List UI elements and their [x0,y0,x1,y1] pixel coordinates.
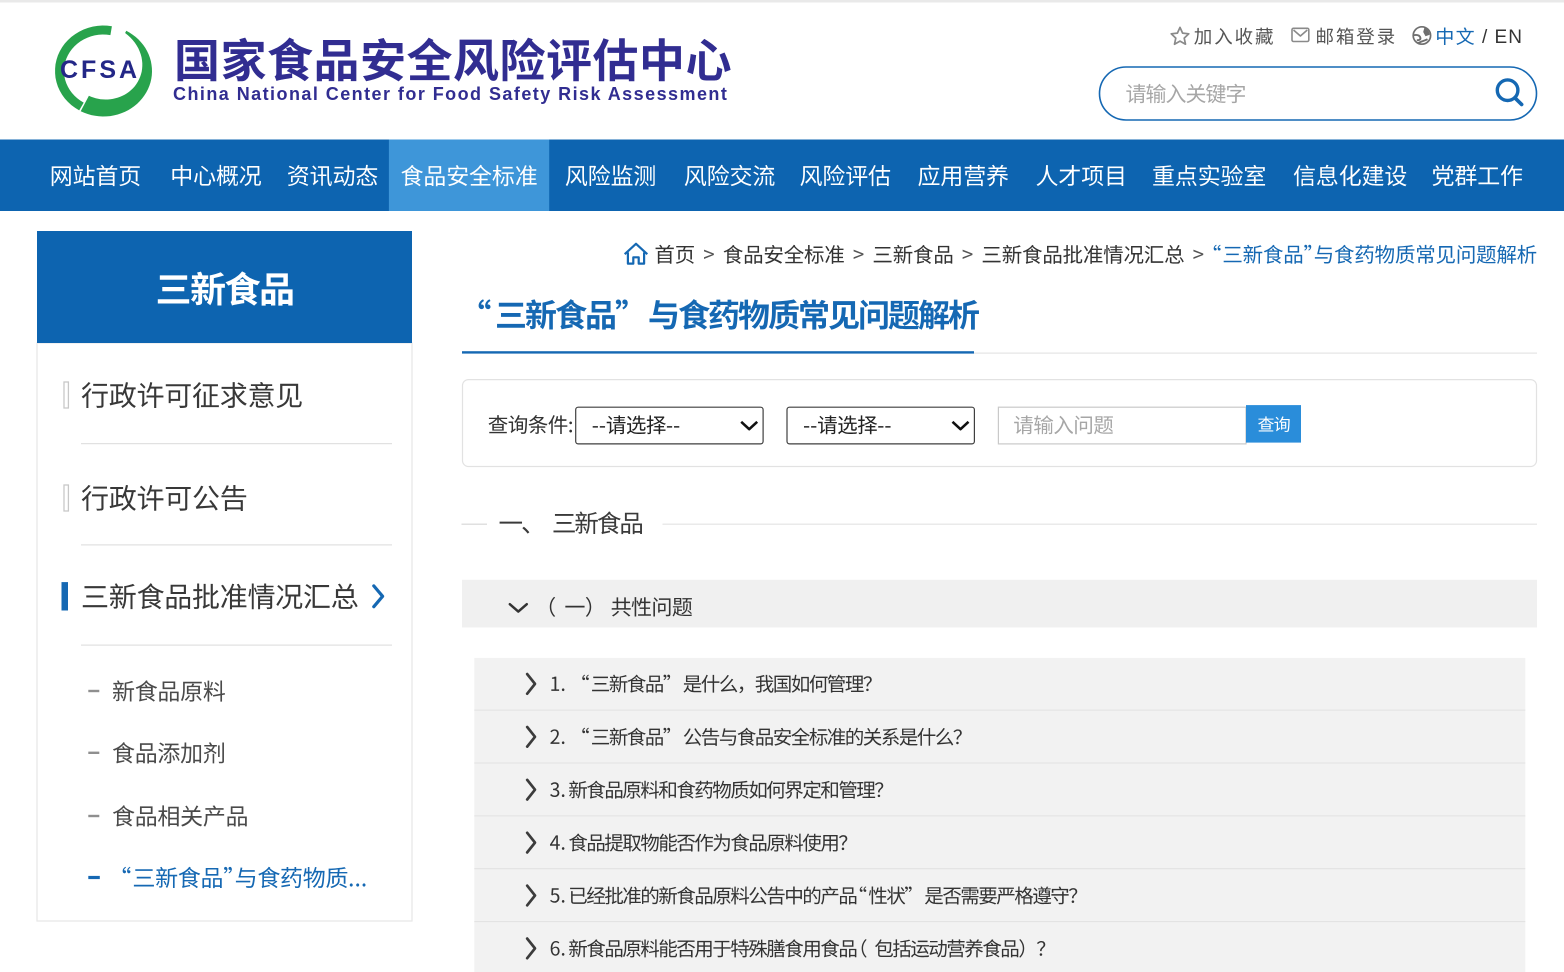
svg-text:/ EN: / EN [1482,27,1523,48]
svg-text:China National Center for Food: China National Center for Food Safety Ri… [173,84,728,104]
svg-text:CFSA: CFSA [60,56,140,84]
